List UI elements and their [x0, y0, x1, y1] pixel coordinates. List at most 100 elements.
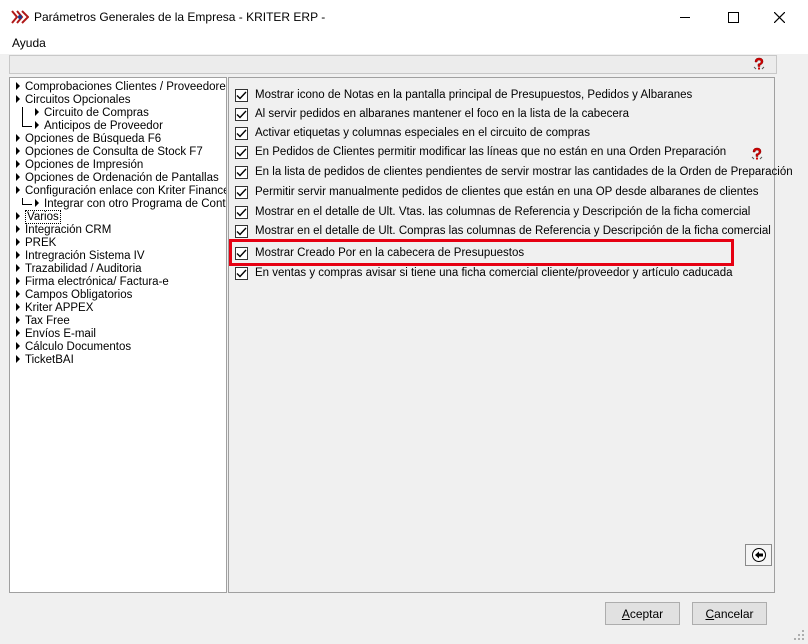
- option-label: En Pedidos de Clientes permitir modifica…: [255, 146, 727, 158]
- close-button[interactable]: [756, 0, 802, 34]
- checkbox-checked[interactable]: [235, 205, 248, 219]
- tree-item-envios-email[interactable]: Envíos E-mail: [16, 328, 96, 341]
- tree-item-label: TicketBAI: [25, 354, 74, 366]
- collapsed-arrow-icon: [16, 173, 20, 181]
- tree-connector: [22, 204, 32, 205]
- tree-item-calculo-documentos[interactable]: Cálculo Documentos: [16, 341, 131, 354]
- option-cantidades-orden-preparacion[interactable]: En la lista de pedidos de clientes pendi…: [235, 164, 793, 180]
- close-icon: [773, 11, 785, 23]
- kriter-app-icon: [11, 10, 29, 24]
- tree-item-kriter-appex[interactable]: Kriter APPEX: [16, 302, 93, 315]
- collapsed-arrow-icon: [16, 238, 20, 246]
- option-modificar-lineas-op[interactable]: En Pedidos de Clientes permitir modifica…: [235, 144, 726, 160]
- collapsed-arrow-icon: [16, 95, 20, 103]
- tree-item-kriter-finances[interactable]: Configuración enlace con Kriter Finances: [16, 185, 226, 198]
- checkbox-checked[interactable]: [235, 126, 248, 140]
- collapsed-arrow-icon: [16, 251, 20, 259]
- cancel-button[interactable]: Cancelar: [692, 602, 767, 625]
- tree-connector: [22, 107, 23, 127]
- tree-item-label-selected: Varios: [25, 210, 61, 224]
- tree-item-label: Tax Free: [25, 315, 70, 327]
- tree-item-firma-electronica[interactable]: Firma electrónica/ Factura-e: [16, 276, 169, 289]
- tree-item-comprobaciones[interactable]: Comprobaciones Clientes / Proveedores: [16, 81, 227, 94]
- option-label: Al servir pedidos en albaranes mantener …: [255, 108, 629, 120]
- collapsed-arrow-icon: [16, 290, 20, 298]
- help-question-icon[interactable]: [752, 57, 766, 71]
- checkbox-checked[interactable]: [235, 107, 248, 121]
- checkbox-checked[interactable]: [235, 165, 248, 179]
- maximize-icon: [727, 11, 739, 23]
- cancel-mnemonic: C: [705, 606, 715, 621]
- tree-item-circuito-compras[interactable]: Circuito de Compras: [35, 107, 149, 120]
- tree-item-ordenacion[interactable]: Opciones de Ordenación de Pantallas: [16, 172, 219, 185]
- checkmark-icon: [236, 208, 247, 217]
- checkmark-icon: [236, 110, 247, 119]
- back-arrow-icon: [751, 548, 766, 562]
- checkbox-checked[interactable]: [235, 185, 248, 199]
- tree-item-label: Intregración Sistema IV: [25, 250, 145, 262]
- tree-item-crm[interactable]: Integración CRM: [16, 224, 111, 237]
- tree-item-label: Opciones de Ordenación de Pantallas: [25, 172, 219, 184]
- tree-item-label: Opciones de Consulta de Stock F7: [25, 146, 203, 158]
- checkmark-icon: [236, 227, 247, 236]
- options-tree[interactable]: Comprobaciones Clientes / Proveedores Ci…: [9, 77, 227, 593]
- tree-item-sistema-iv[interactable]: Intregración Sistema IV: [16, 250, 145, 263]
- tree-item-ticketbai[interactable]: TicketBAI: [16, 354, 74, 367]
- collapsed-arrow-icon: [35, 121, 39, 129]
- option-label: Activar etiquetas y columnas especiales …: [255, 127, 590, 139]
- checkmark-icon: [236, 188, 247, 197]
- tree-item-label: Comprobaciones Clientes / Proveedores: [25, 81, 227, 93]
- tree-item-label: Trazabilidad / Auditoria: [25, 263, 142, 275]
- tree-item-prek[interactable]: PREK: [16, 237, 56, 250]
- tree-item-impresion[interactable]: Opciones de Impresión: [16, 159, 143, 172]
- tree-item-label: Opciones de Impresión: [25, 159, 144, 171]
- option-etiquetas-compras[interactable]: Activar etiquetas y columnas especiales …: [235, 125, 590, 141]
- minimize-button[interactable]: [662, 0, 708, 34]
- collapsed-arrow-icon: [16, 342, 20, 350]
- help-question-icon[interactable]: [750, 147, 764, 161]
- tree-item-campos-obligatorios[interactable]: Campos Obligatorios: [16, 289, 132, 302]
- tree-connector: [22, 126, 32, 127]
- tree-item-anticipos-proveedor[interactable]: Anticipos de Proveedor: [35, 120, 163, 133]
- checkbox-checked[interactable]: [235, 246, 248, 260]
- cancel-label: ancelar: [714, 606, 754, 621]
- option-label: En ventas y compras avisar si tiene una …: [255, 267, 733, 279]
- menu-bar: Ayuda: [0, 34, 808, 54]
- checkbox-checked[interactable]: [235, 145, 248, 159]
- checkmark-icon: [236, 129, 247, 138]
- collapsed-arrow-icon: [16, 329, 20, 337]
- maximize-button[interactable]: [710, 0, 756, 34]
- option-servir-manualmente-op[interactable]: Permitir servir manualmente pedidos de c…: [235, 184, 759, 200]
- collapsed-arrow-icon: [35, 108, 39, 116]
- tree-item-label: Cálculo Documentos: [25, 341, 132, 353]
- accept-button[interactable]: Aceptar: [605, 602, 680, 625]
- tree-item-label: Kriter APPEX: [25, 302, 94, 314]
- option-ult-compras-columnas[interactable]: Mostrar en el detalle de Ult. Compras la…: [235, 223, 771, 239]
- checkmark-icon: [236, 249, 247, 258]
- option-ult-vtas-columnas[interactable]: Mostrar en el detalle de Ult. Vtas. las …: [235, 204, 750, 220]
- option-servir-pedidos-foco[interactable]: Al servir pedidos en albaranes mantener …: [235, 106, 629, 122]
- tree-item-stock-f7[interactable]: Opciones de Consulta de Stock F7: [16, 146, 203, 159]
- option-avisar-ficha-caducada[interactable]: En ventas y compras avisar si tiene una …: [235, 265, 733, 281]
- collapsed-arrow-icon: [16, 355, 20, 363]
- tree-item-varios[interactable]: Varios: [16, 210, 61, 224]
- menu-ayuda[interactable]: Ayuda: [12, 36, 46, 50]
- tree-item-busqueda-f6[interactable]: Opciones de Búsqueda F6: [16, 133, 161, 146]
- resize-grip-icon[interactable]: [793, 629, 805, 641]
- tree-item-label: Firma electrónica/ Factura-e: [25, 276, 169, 288]
- back-button[interactable]: [745, 544, 772, 566]
- tree-item-trazabilidad[interactable]: Trazabilidad / Auditoria: [16, 263, 142, 276]
- minimize-icon: [680, 17, 690, 18]
- option-mostrar-creado-por[interactable]: Mostrar Creado Por en la cabecera de Pre…: [235, 245, 524, 261]
- checkbox-checked[interactable]: [235, 266, 248, 280]
- tree-item-integrar-contabilidad[interactable]: Integrar con otro Programa de Contabi: [35, 198, 226, 211]
- checkbox-checked[interactable]: [235, 88, 248, 102]
- collapsed-arrow-icon: [35, 199, 39, 207]
- option-mostrar-icono-notas[interactable]: Mostrar icono de Notas en la pantalla pr…: [235, 87, 692, 103]
- accept-mnemonic: A: [621, 606, 630, 621]
- tree-item-tax-free[interactable]: Tax Free: [16, 315, 70, 328]
- checkmark-icon: [236, 168, 247, 177]
- checkbox-checked[interactable]: [235, 224, 248, 238]
- collapsed-arrow-icon: [16, 225, 20, 233]
- tree-item-circuitos-opcionales[interactable]: Circuitos Opcionales: [16, 94, 130, 107]
